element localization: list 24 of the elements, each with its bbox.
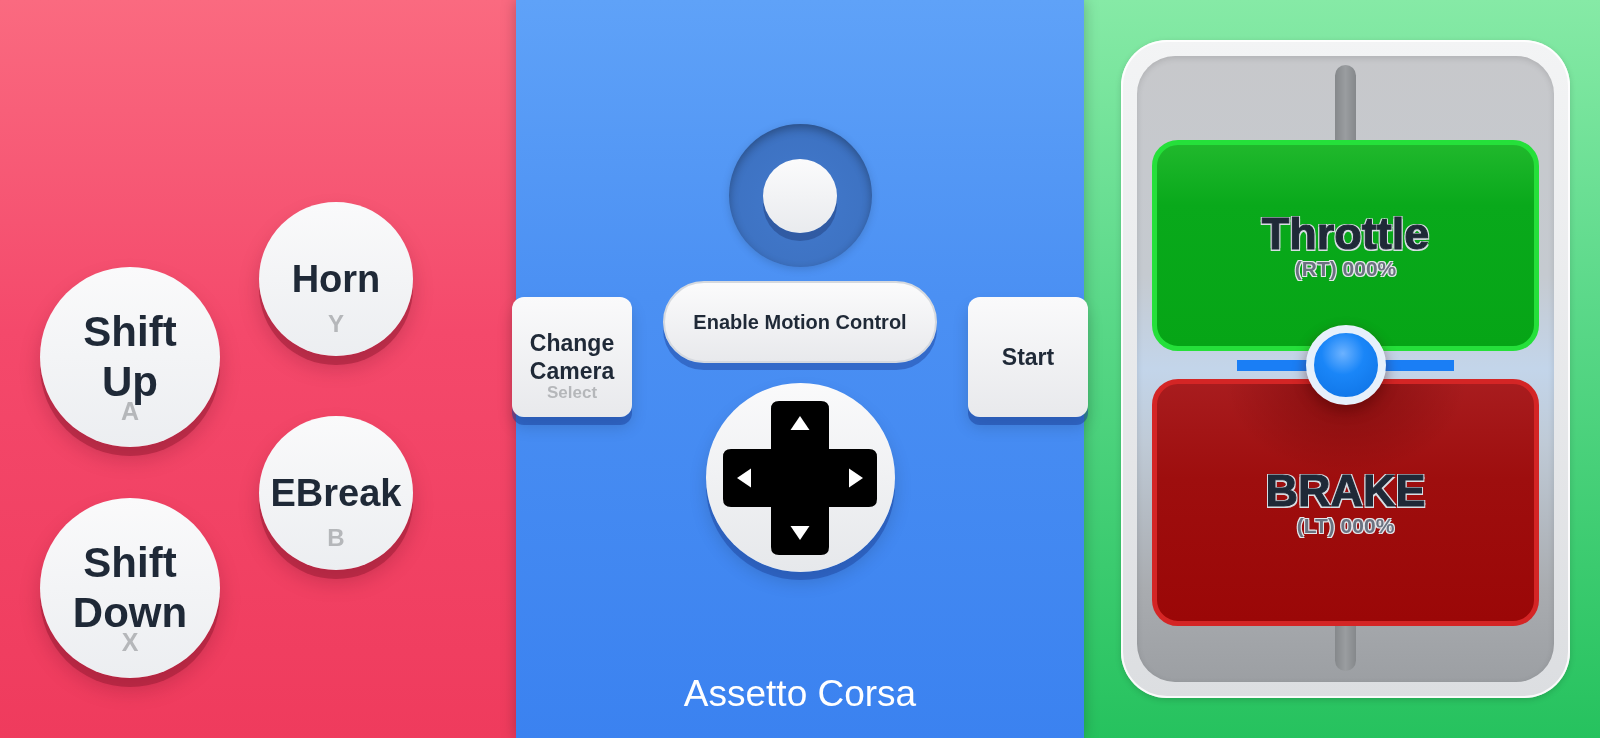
game-title: Assetto Corsa: [683, 673, 917, 715]
joystick-knob[interactable]: [763, 158, 837, 233]
up-arrow-icon[interactable]: [790, 415, 810, 430]
square-button[interactable]: Start: [968, 297, 1088, 417]
key-hint: B: [326, 526, 346, 550]
pedal-label: BRAKE: [1265, 467, 1426, 514]
right-arrow-icon[interactable]: [849, 468, 863, 487]
pedal-reading: (RT) 000%: [1294, 256, 1397, 281]
motion-control-button[interactable]: Enable Motion Control: [663, 281, 937, 363]
dpad-cross[interactable]: [723, 400, 877, 555]
key-hint: X: [120, 630, 140, 655]
throttle-pad[interactable]: Throttle (RT) 000%: [1152, 140, 1539, 351]
guide-rail: [1335, 626, 1356, 671]
key-hint: Y: [327, 312, 345, 336]
pedal-label: Throttle: [1261, 210, 1430, 257]
slider-thumb[interactable]: [1305, 325, 1386, 405]
pedal-reading: (LT) 000%: [1296, 513, 1395, 538]
down-arrow-icon[interactable]: [790, 525, 810, 540]
key-hint: Select: [545, 384, 599, 401]
round-button[interactable]: Horn Y: [259, 202, 413, 356]
left-arrow-icon[interactable]: [737, 468, 751, 487]
square-button[interactable]: Change Camera Select: [512, 297, 632, 417]
round-button[interactable]: EBreak B: [259, 416, 413, 570]
round-button[interactable]: Shift Down X: [40, 498, 220, 678]
